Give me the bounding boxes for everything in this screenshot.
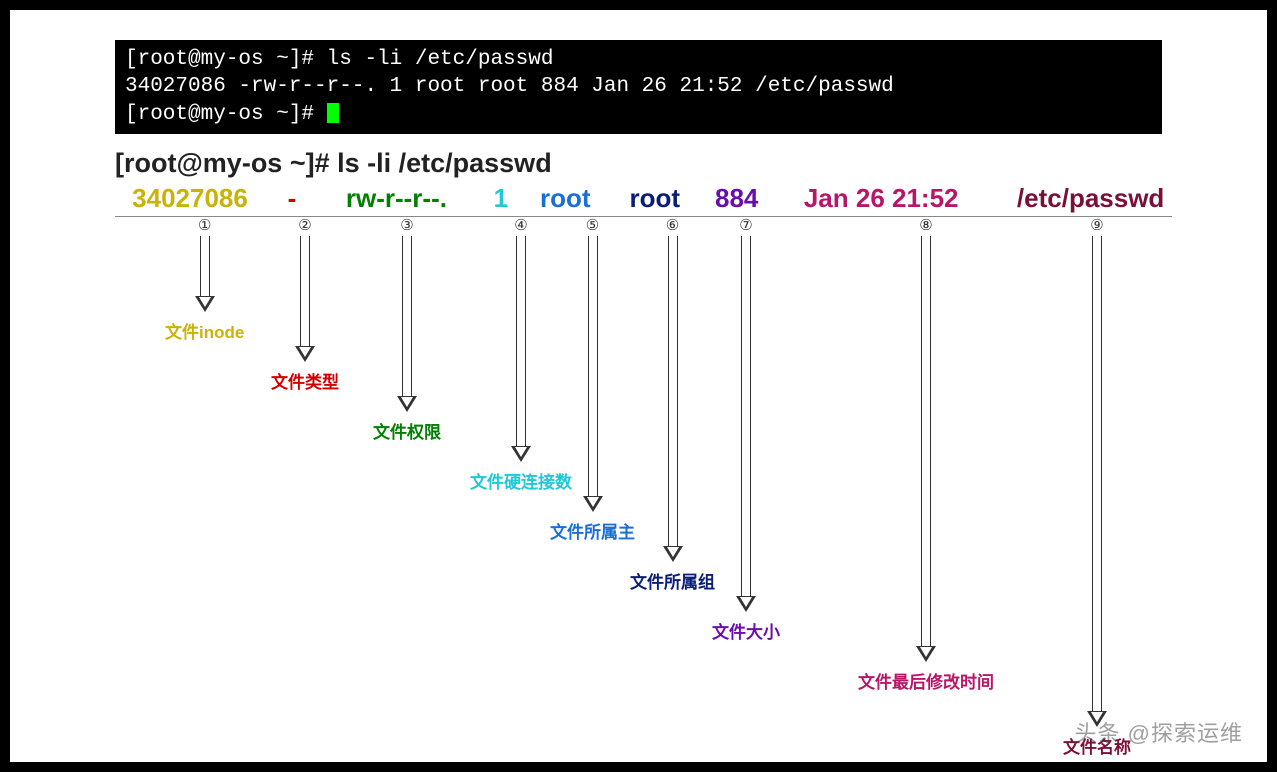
arrow-head-icon <box>736 596 756 612</box>
field-label: 文件大小 <box>712 618 780 643</box>
annotation-5: ⑤ 文件所属主 <box>550 217 635 543</box>
field-label: 文件权限 <box>373 418 441 443</box>
terminal-cursor <box>327 103 339 123</box>
arrow-head-icon <box>916 646 936 662</box>
circled-number: ③ <box>400 216 413 234</box>
terminal-line-2: 34027086 -rw-r--r--. 1 root root 884 Jan… <box>125 73 1152 100</box>
circled-number: ① <box>198 216 211 234</box>
field-label: 文件所属主 <box>550 518 635 543</box>
output-field-1: 34027086 <box>115 183 265 214</box>
arrow-head-icon <box>511 446 531 462</box>
fields-annotation-area: ①文件inode②文件类型③文件权限④文件硬连接数⑤文件所属主⑥文件所属组⑦文件… <box>115 217 1172 737</box>
circled-number: ⑨ <box>1090 216 1103 234</box>
circled-number: ⑤ <box>586 216 599 234</box>
arrow-shaft <box>741 236 751 596</box>
output-field-6: root <box>617 183 692 214</box>
arrow-shaft <box>300 236 310 346</box>
arrow-shaft <box>668 236 678 546</box>
field-label: 文件inode <box>165 318 244 343</box>
annotation-2: ② 文件类型 <box>271 217 339 393</box>
annotation-1: ① 文件inode <box>165 217 244 343</box>
terminal-prompt-3: [root@my-os ~]# <box>125 103 327 126</box>
circled-number: ⑦ <box>739 216 752 234</box>
annotation-9: ⑨文件名称 <box>1063 217 1131 758</box>
watermark-text: 头条 @探索运维 <box>1075 716 1243 748</box>
arrow-shaft <box>588 236 598 496</box>
colored-output-line: 34027086 - rw-r--r--. 1 root root 884 Ja… <box>115 183 1172 217</box>
circled-number: ④ <box>514 216 527 234</box>
field-label: 文件所属组 <box>630 568 715 593</box>
output-field-5: root <box>528 183 603 214</box>
output-field-2: - <box>279 183 304 214</box>
field-label: 文件最后修改时间 <box>858 668 994 693</box>
arrow-head-icon <box>295 346 315 362</box>
arrow-head-icon <box>663 546 683 562</box>
diagram-frame: [root@my-os ~]# ls -li /etc/passwd 34027… <box>10 10 1267 762</box>
arrow-head-icon <box>583 496 603 512</box>
arrow-shaft <box>516 236 526 446</box>
terminal-block: [root@my-os ~]# ls -li /etc/passwd 34027… <box>115 40 1162 134</box>
annotation-6: ⑥ 文件所属组 <box>630 217 715 593</box>
annotation-7: ⑦ 文件大小 <box>712 217 780 643</box>
terminal-line-3: [root@my-os ~]# <box>125 101 1152 128</box>
arrow-head-icon <box>195 296 215 312</box>
terminal-line-1: [root@my-os ~]# ls -li /etc/passwd <box>125 46 1152 73</box>
annotation-3: ③ 文件权限 <box>373 217 441 443</box>
command-heading: [root@my-os ~]# ls -li /etc/passwd <box>115 148 1162 179</box>
arrow-shaft <box>200 236 210 296</box>
arrow-shaft <box>402 236 412 396</box>
output-field-7: 884 <box>707 183 767 214</box>
output-field-9: /etc/passwd <box>996 183 1186 214</box>
output-field-8: Jan 26 21:52 <box>781 183 981 214</box>
circled-number: ② <box>298 216 311 234</box>
output-field-4: 1 <box>488 183 513 214</box>
circled-number: ⑧ <box>919 216 932 234</box>
arrow-shaft <box>1092 236 1102 711</box>
annotation-8: ⑧ 文件最后修改时间 <box>858 217 994 693</box>
output-field-3: rw-r--r--. <box>319 183 474 214</box>
circled-number: ⑥ <box>666 216 679 234</box>
field-label: 文件类型 <box>271 368 339 393</box>
arrow-head-icon <box>397 396 417 412</box>
arrow-shaft <box>921 236 931 646</box>
